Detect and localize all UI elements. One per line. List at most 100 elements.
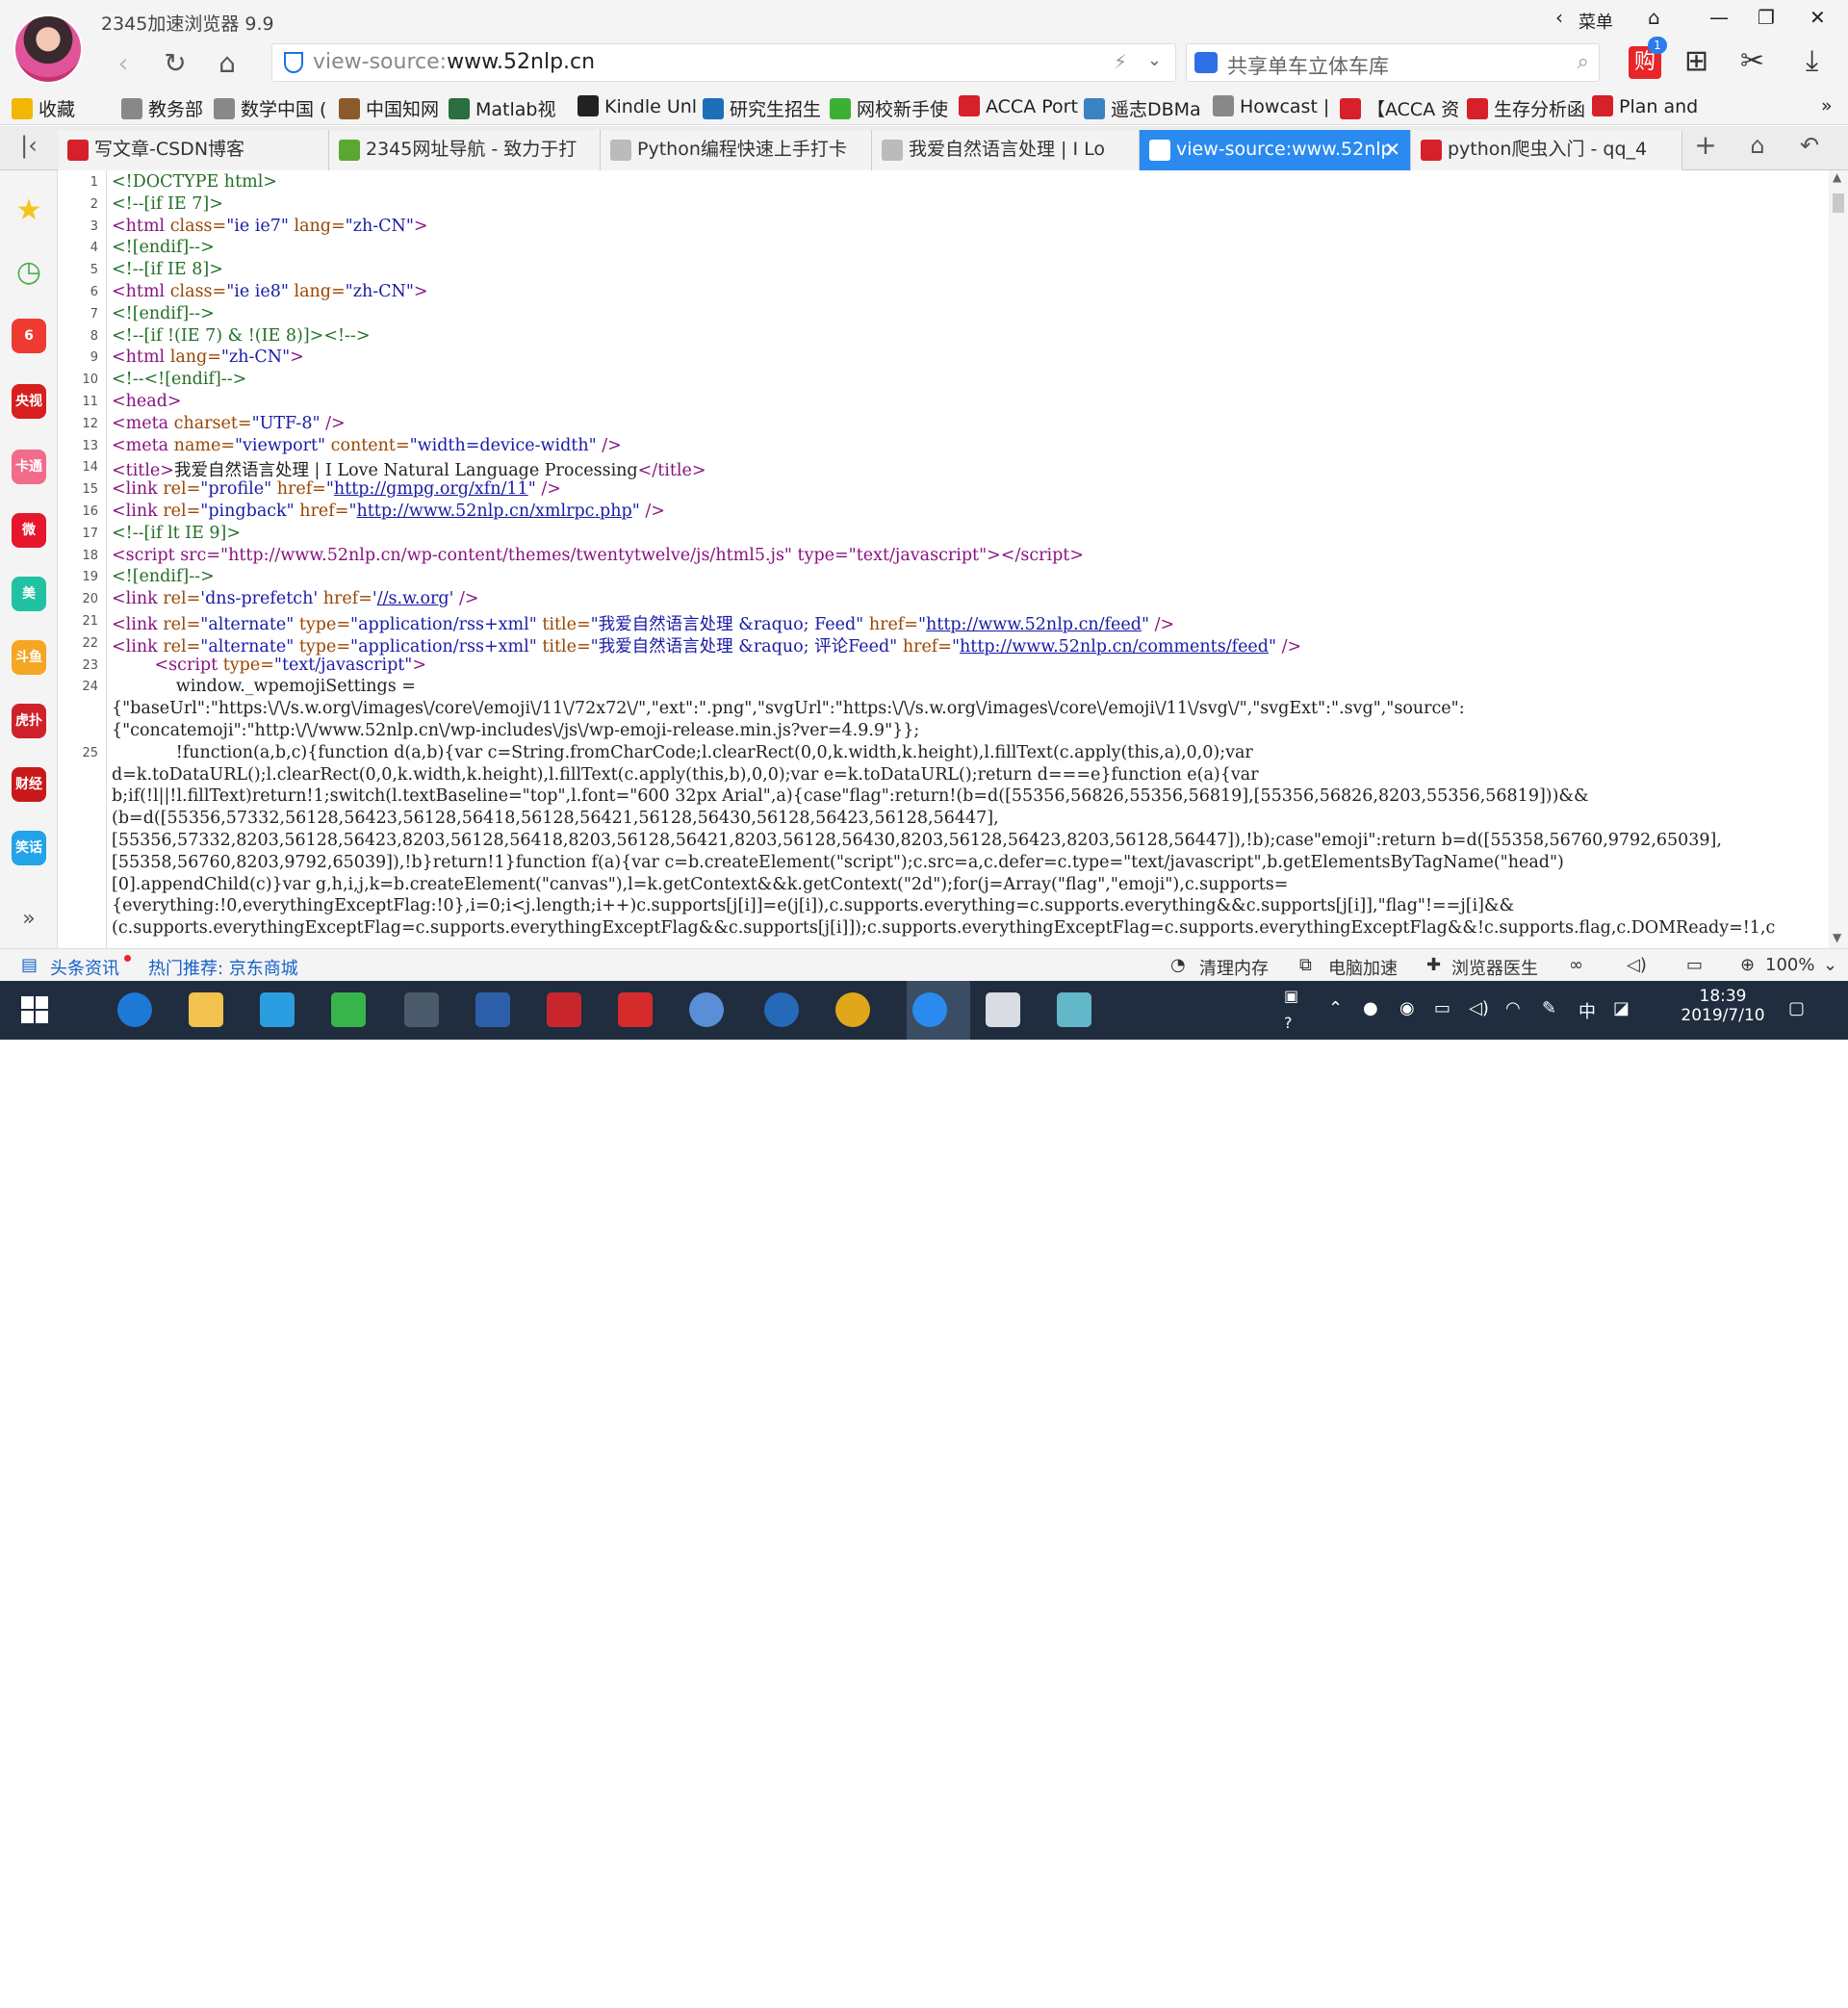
skin-icon[interactable]: ⌂ bbox=[1648, 6, 1660, 29]
speaker-icon[interactable]: ◁) bbox=[1469, 998, 1489, 1018]
search-input[interactable]: 共享单车立体车库 bbox=[1227, 51, 1389, 80]
calculator-icon[interactable] bbox=[404, 992, 439, 1027]
ime-app-icon[interactable]: ◪ bbox=[1613, 998, 1630, 1018]
refresh-icon[interactable]: ↻ bbox=[158, 46, 192, 81]
address-text[interactable]: view-source:www.52nlp.cn bbox=[313, 50, 595, 74]
clear-memory-icon[interactable]: ◔ bbox=[1170, 955, 1186, 975]
notification-icon[interactable]: ▢ bbox=[1788, 998, 1805, 1018]
windows-start-icon[interactable] bbox=[21, 996, 48, 1023]
tab[interactable]: python爬虫入门 - qq_4 bbox=[1411, 130, 1682, 170]
bookmark-item[interactable]: 中国知网 bbox=[339, 95, 439, 121]
speed-up-icon[interactable]: ⧉ bbox=[1299, 955, 1312, 975]
new-tab-icon[interactable]: + bbox=[1688, 128, 1723, 163]
bookmark-item[interactable]: Howcast | bbox=[1213, 95, 1329, 117]
finance-icon[interactable]: 财经 bbox=[12, 767, 46, 802]
apps-grid-icon[interactable]: ⊞ bbox=[1684, 44, 1708, 78]
bookmark-item[interactable]: 研究生招生 bbox=[703, 95, 821, 121]
bookmark-item[interactable]: 生存分析函 bbox=[1467, 95, 1585, 121]
bolt-icon[interactable]: ⚡ bbox=[1114, 50, 1127, 73]
doctor-icon[interactable]: ✚ bbox=[1426, 955, 1441, 975]
chevron-left-icon[interactable]: ‹ bbox=[1555, 6, 1563, 29]
source-view[interactable]: 1 <!DOCTYPE html> 2 <!--[if IE 7]> 3 <html cl… bbox=[58, 170, 1829, 948]
explorer-icon[interactable] bbox=[189, 992, 223, 1027]
huya-icon[interactable]: 虎扑 bbox=[12, 704, 46, 738]
zoom-chevron-icon[interactable]: ⌄ bbox=[1823, 955, 1837, 975]
bookmark-item[interactable]: ACCA Port bbox=[959, 95, 1078, 117]
recycle-bin-icon[interactable]: ⌂ bbox=[1740, 128, 1775, 163]
clear-memory-button[interactable]: 清理内存 bbox=[1199, 955, 1269, 980]
wifi-icon[interactable]: ◠ bbox=[1505, 998, 1521, 1018]
sidebar-more-icon[interactable]: » bbox=[12, 902, 46, 937]
joke-icon[interactable]: 笑话 bbox=[12, 831, 46, 865]
search-icon[interactable]: ⌕ bbox=[1578, 50, 1589, 74]
tray-browser-icon[interactable]: ◉ bbox=[1399, 998, 1415, 1018]
address-bar[interactable]: view-source:www.52nlp.cn ⚡ ⌄ bbox=[271, 43, 1176, 82]
hot-recommend-link[interactable]: 热门推荐: 京东商城 bbox=[148, 955, 298, 980]
minimize-icon[interactable]: — bbox=[1709, 6, 1729, 29]
scroll-up-icon[interactable]: ▲ bbox=[1833, 170, 1841, 184]
scroll-thumb[interactable] bbox=[1833, 193, 1844, 213]
ime-indicator[interactable]: 中 bbox=[1578, 998, 1596, 1023]
chevron-down-icon[interactable]: ⌄ bbox=[1147, 50, 1162, 70]
sogou-video-icon[interactable] bbox=[547, 992, 581, 1027]
math-app-icon[interactable] bbox=[689, 992, 724, 1027]
zoom-icon[interactable]: ⊕ bbox=[1740, 955, 1755, 975]
cctv-icon[interactable]: 央视 bbox=[12, 384, 46, 419]
close-icon[interactable]: ✕ bbox=[1810, 6, 1826, 29]
iqiyi-icon[interactable] bbox=[331, 992, 366, 1027]
tab[interactable]: 写文章-CSDN博客 bbox=[58, 130, 329, 170]
collapse-sidebar-icon[interactable]: |‹ bbox=[12, 128, 46, 163]
bookmark-item[interactable]: Plan and bbox=[1592, 95, 1698, 117]
weibo-icon[interactable]: 微 bbox=[12, 513, 46, 548]
tray-chevron-up-icon[interactable]: ⌃ bbox=[1328, 998, 1343, 1018]
pen-icon[interactable]: ✎ bbox=[1542, 998, 1556, 1018]
avatar[interactable] bbox=[13, 14, 83, 84]
chrome-icon[interactable] bbox=[835, 992, 870, 1027]
bookmark-item[interactable]: 收藏 bbox=[12, 95, 75, 121]
app-flower-icon[interactable] bbox=[260, 992, 295, 1027]
notepad-icon[interactable] bbox=[986, 992, 1020, 1027]
favorites-icon[interactable]: ★ bbox=[12, 193, 46, 228]
2345-browser-icon[interactable] bbox=[912, 992, 947, 1027]
back-icon[interactable]: ‹ bbox=[106, 46, 141, 81]
volume-icon[interactable]: ◁) bbox=[1627, 955, 1647, 975]
bookmark-item[interactable]: 【ACCA 资 bbox=[1340, 95, 1459, 121]
notebook-icon[interactable] bbox=[1057, 992, 1091, 1027]
tab-close-icon[interactable]: ✕ bbox=[1384, 130, 1400, 168]
r-icon[interactable] bbox=[764, 992, 799, 1027]
card-icon[interactable]: 卡通 bbox=[12, 450, 46, 484]
zoom-level[interactable]: 100% bbox=[1765, 955, 1814, 975]
app-6-icon[interactable] bbox=[618, 992, 653, 1027]
search-box[interactable]: 共享单车立体车库 ⌕ bbox=[1186, 43, 1600, 82]
clock[interactable]: 18:39 2019/7/10 bbox=[1675, 987, 1771, 1025]
glasses-icon[interactable]: ∞ bbox=[1569, 955, 1583, 975]
vertical-scrollbar[interactable]: ▲ ▼ bbox=[1829, 170, 1848, 948]
tab[interactable]: Python编程快速上手打卡 bbox=[601, 130, 872, 170]
tab[interactable]: 2345网址导航 - 致力于打 bbox=[329, 130, 601, 170]
bookmark-item[interactable]: Kindle Unl bbox=[578, 95, 697, 117]
battery-icon[interactable]: ▭ bbox=[1434, 998, 1450, 1018]
undo-icon[interactable]: ↶ bbox=[1792, 128, 1827, 163]
restore-icon[interactable]: ❐ bbox=[1758, 6, 1775, 29]
edge-icon[interactable] bbox=[117, 992, 152, 1027]
help-icon[interactable]: ? bbox=[1284, 1014, 1293, 1032]
home-icon[interactable]: ⌂ bbox=[210, 46, 244, 81]
bookmark-item[interactable]: 数学中国 ( bbox=[214, 95, 326, 121]
bookmark-item[interactable]: 教务部 bbox=[121, 95, 203, 121]
bookmark-item[interactable]: Matlab视 bbox=[449, 95, 555, 121]
meituan-icon[interactable]: 美 bbox=[12, 577, 46, 611]
app-6-icon[interactable]: 6 bbox=[12, 319, 46, 353]
user-icon[interactable]: ▣ bbox=[1284, 987, 1298, 1005]
browser-doctor-button[interactable]: 浏览器医生 bbox=[1451, 955, 1538, 980]
menu-label[interactable]: 菜单 bbox=[1578, 9, 1613, 34]
bookmark-item[interactable]: 网校新手使 bbox=[830, 95, 948, 121]
bookmarks-more-icon[interactable]: » bbox=[1821, 95, 1833, 116]
window-icon[interactable]: ▭ bbox=[1686, 955, 1703, 975]
news-icon[interactable]: ▤ bbox=[21, 955, 38, 975]
douyu-icon[interactable]: 斗鱼 bbox=[12, 640, 46, 675]
speed-up-button[interactable]: 电脑加速 bbox=[1328, 955, 1398, 980]
scroll-down-icon[interactable]: ▼ bbox=[1833, 931, 1841, 944]
history-icon[interactable]: ◷ bbox=[12, 255, 46, 290]
news-link[interactable]: 头条资讯 bbox=[50, 955, 119, 980]
tray-app-icon[interactable]: ● bbox=[1363, 998, 1378, 1018]
